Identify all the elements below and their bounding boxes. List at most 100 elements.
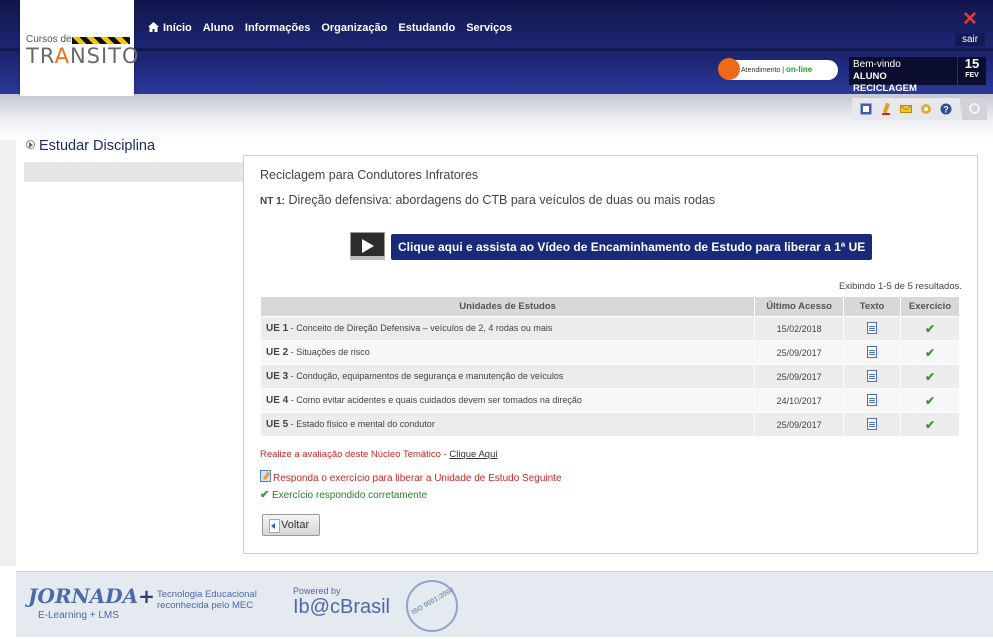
nav-inicio[interactable]: Início <box>148 22 192 34</box>
unit-cell: UE 5 - Estado físico e mental do conduto… <box>259 412 756 437</box>
sidebar-item-estudar-disciplina[interactable]: Estudar Disciplina <box>26 138 155 154</box>
col-text: Texto <box>843 296 902 317</box>
date-box: 15 FEV <box>958 57 986 85</box>
nav-aluno[interactable]: Aluno <box>203 22 234 34</box>
nav-estudando[interactable]: Estudando <box>398 22 455 34</box>
watch-video-button[interactable]: Clique aqui e assista ao Vídeo de Encami… <box>391 234 873 260</box>
support-status: on-line <box>786 65 813 74</box>
unit-name[interactable]: - Estado físico e mental do condutor <box>288 419 435 429</box>
powered-by-label: Powered by <box>293 586 341 596</box>
unit-cell: UE 2 - Situações de risco <box>259 340 756 365</box>
text-cell <box>843 340 902 365</box>
exercise-cell: ✔ <box>900 340 960 365</box>
footer-tagline: Tecnologia Educacional reconhecida pelo … <box>157 589 257 611</box>
welcome-box: Bem-vindo ALUNO RECICLAGEM <box>849 57 957 94</box>
pencil-icon[interactable] <box>880 103 892 115</box>
last-access-cell: 15/02/2018 <box>754 316 845 341</box>
last-access-cell: 25/09/2017 <box>754 412 845 437</box>
text-cell <box>843 364 902 389</box>
evaluation-link[interactable]: Clique Aqui <box>449 449 497 460</box>
table-header-row: Unidades de Estudos Último Acesso Texto … <box>259 296 960 317</box>
unit-name[interactable]: - Conceito de Direção Defensiva – veícul… <box>288 323 553 333</box>
sidebar-item-label: Estudar Disciplina <box>39 138 156 154</box>
arrow-right-icon <box>26 140 35 149</box>
header-divider <box>0 48 993 51</box>
content-panel: Reciclagem para Condutores Infratores NT… <box>243 155 978 554</box>
support-label: Atendimento | <box>741 67 785 74</box>
last-access-cell: 24/10/2017 <box>754 388 845 413</box>
mail-icon[interactable] <box>900 103 912 115</box>
table-row: UE 2 - Situações de risco 25/09/2017 ✔ <box>259 340 960 365</box>
ibac-logo[interactable]: Ib@cBrasil <box>293 596 390 619</box>
footer: JORNADA+ E-Learning + LMS Tecnologia Edu… <box>16 571 993 637</box>
unit-code[interactable]: UE 4 <box>266 395 288 406</box>
text-cell <box>843 412 902 437</box>
document-icon[interactable] <box>867 369 878 382</box>
unit-code[interactable]: UE 3 <box>266 371 288 382</box>
nav-organizacao[interactable]: Organização <box>321 22 387 34</box>
document-icon[interactable] <box>867 345 878 358</box>
unit-name[interactable]: - Condução, equipamentos de segurança e … <box>288 371 564 381</box>
video-progress-bar <box>350 256 385 260</box>
legend-pending-text: Responda o exercício para liberar a Unid… <box>273 473 562 484</box>
nav-servicos[interactable]: Serviços <box>466 22 512 34</box>
jornada-logo[interactable]: JORNADA+ <box>28 584 155 608</box>
logo-title: TRANSITO <box>26 44 140 68</box>
unit-code[interactable]: UE 2 <box>266 347 288 358</box>
checkmark-icon[interactable]: ✔ <box>925 418 935 432</box>
course-title: Reciclagem para Condutores Infratores <box>260 168 479 182</box>
document-icon[interactable] <box>867 321 878 334</box>
unit-code[interactable]: UE 1 <box>266 323 288 334</box>
unit-code[interactable]: UE 5 <box>266 419 288 430</box>
back-button[interactable]: Voltar <box>262 514 320 536</box>
checkmark-icon[interactable]: ✔ <box>925 322 935 336</box>
col-last-access[interactable]: Último Acesso <box>754 296 845 317</box>
exit-button[interactable]: ✕ sair <box>955 10 985 48</box>
iso-seal: ISO 9001:2008 <box>406 580 458 632</box>
col-units[interactable]: Unidades de Estudos <box>259 296 756 317</box>
unit-name[interactable]: - Situações de risco <box>288 347 370 357</box>
unit-cell: UE 1 - Conceito de Direção Defensiva – v… <box>259 316 756 341</box>
checkmark-icon[interactable]: ✔ <box>925 370 935 384</box>
circle-toggle-button[interactable] <box>962 98 987 120</box>
table-row: UE 3 - Condução, equipamentos de seguran… <box>259 364 960 389</box>
welcome-greeting: Bem-vindo <box>853 59 901 70</box>
checkmark-icon[interactable]: ✔ <box>925 346 935 360</box>
video-play-icon[interactable] <box>350 232 385 259</box>
online-support-button[interactable]: Atendimento | on-line <box>718 58 838 80</box>
close-icon: ✕ <box>962 9 978 30</box>
last-access-cell: 25/09/2017 <box>754 364 845 389</box>
logo-stripes <box>72 37 130 44</box>
settings-icon[interactable] <box>920 103 932 115</box>
checkmark-icon[interactable]: ✔ <box>925 394 935 408</box>
evaluation-text: Realize a avaliação deste Núcleo Temátic… <box>260 449 450 460</box>
checkmark-icon: ✔ <box>260 489 270 501</box>
text-cell <box>843 388 902 413</box>
nav-informacoes[interactable]: Informações <box>245 22 310 34</box>
toolbar-strip <box>0 96 993 140</box>
support-agent-icon <box>718 58 740 80</box>
legend-pending: Responda o exercício para liberar a Unid… <box>260 470 562 484</box>
nt-title: Direção defensiva: abordagens do CTB par… <box>288 193 716 207</box>
svg-text:?: ? <box>943 105 949 115</box>
unit-name[interactable]: - Como evitar acidentes e quais cuidados… <box>288 395 582 405</box>
evaluation-notice: Realize a avaliação deste Núcleo Temátic… <box>260 449 497 460</box>
user-name: ALUNO RECICLAGEM <box>853 71 917 94</box>
help-icon[interactable]: ? <box>940 103 952 115</box>
exercise-cell: ✔ <box>900 388 960 413</box>
left-rail <box>0 140 16 566</box>
calculator-icon[interactable] <box>860 103 872 115</box>
quick-tools: ? <box>852 98 960 120</box>
exit-label: sair <box>955 33 985 46</box>
nt-label: NT 1: <box>260 196 285 207</box>
last-access-cell: 25/09/2017 <box>754 340 845 365</box>
document-icon[interactable] <box>867 393 878 406</box>
exercise-cell: ✔ <box>900 316 960 341</box>
main-nav: Início Aluno Informações Organização Est… <box>148 22 523 34</box>
jornada-subtitle: E-Learning + LMS <box>38 610 119 621</box>
legend-done: ✔ Exercício respondido corretamente <box>260 488 427 501</box>
document-icon[interactable] <box>867 417 878 430</box>
sidebar-highlight-bar <box>24 162 244 182</box>
thematic-core-title: NT 1: Direção defensiva: abordagens do C… <box>260 193 715 207</box>
text-cell <box>843 316 902 341</box>
